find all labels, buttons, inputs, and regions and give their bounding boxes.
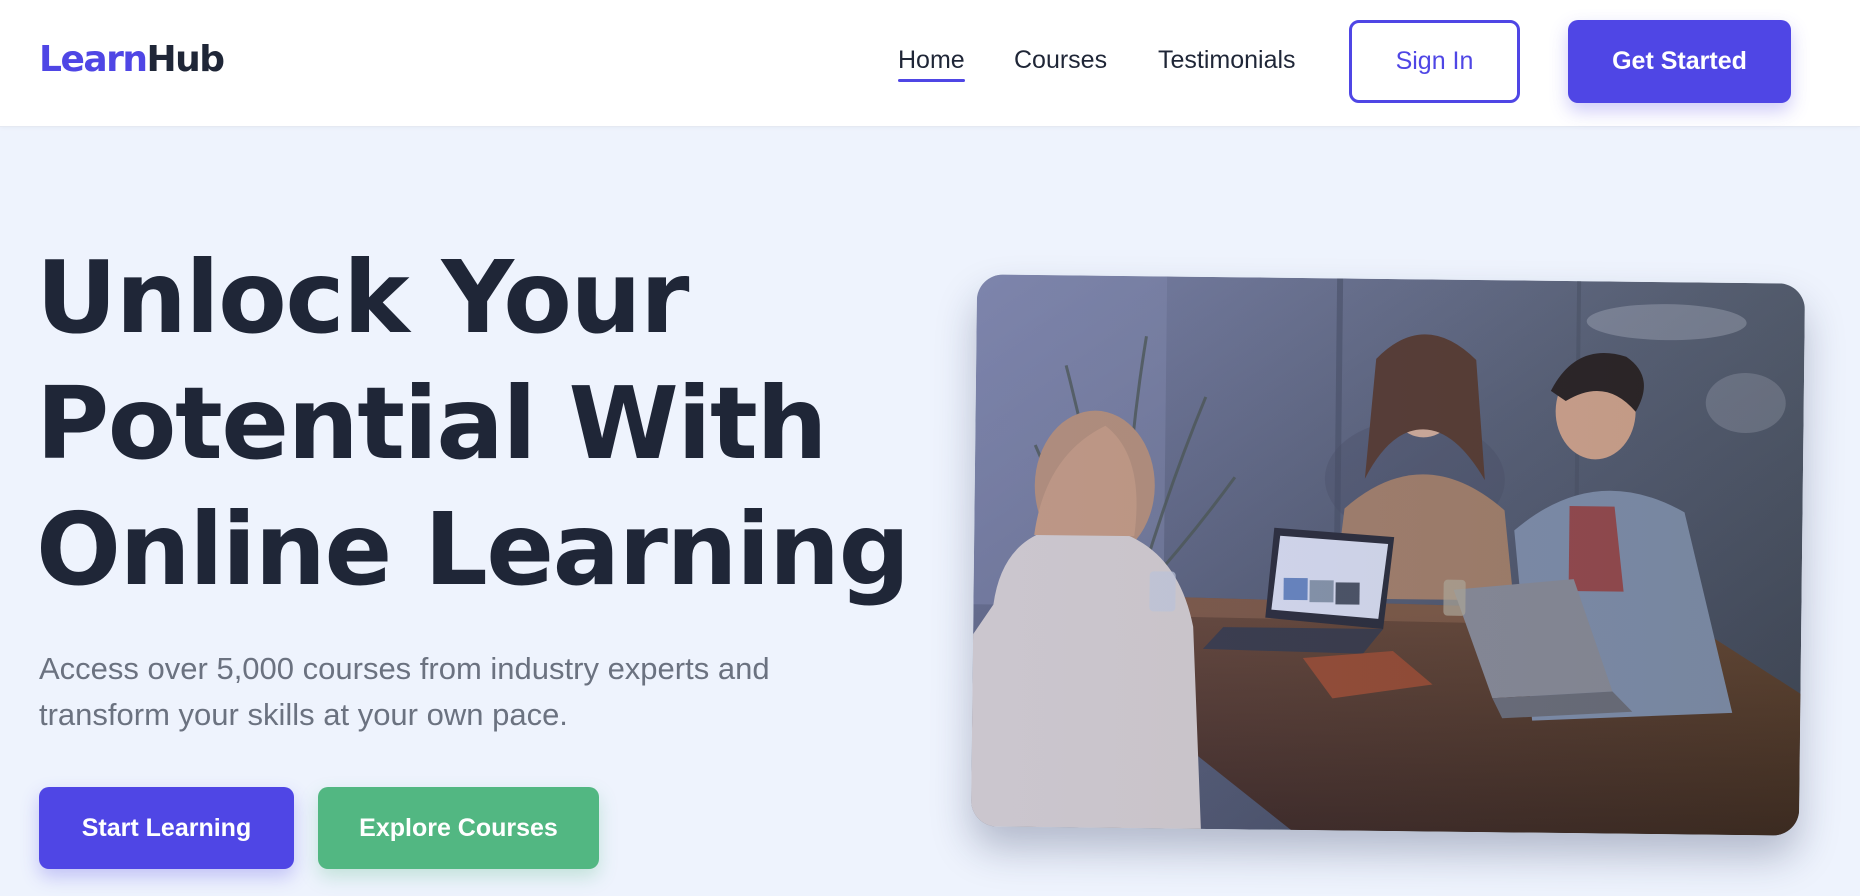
hero-image: [970, 274, 1806, 836]
hero-title-line-3: Online Learning: [36, 491, 910, 608]
hero-title: Unlock Your Potential With Online Learni…: [36, 235, 910, 613]
explore-courses-button[interactable]: Explore Courses: [318, 787, 599, 869]
logo-part-hub: Hub: [146, 39, 226, 80]
logo[interactable]: LearnHub: [39, 36, 226, 84]
nav-testimonials[interactable]: Testimonials: [1158, 44, 1296, 82]
hero-title-line-1: Unlock Your: [36, 239, 689, 356]
hero-title-line-2: Potential With: [36, 365, 828, 482]
start-learning-button[interactable]: Start Learning: [39, 787, 294, 869]
hero-subtitle-line-2: transform your skills at your own pace.: [39, 697, 568, 732]
sign-in-button[interactable]: Sign In: [1349, 20, 1520, 103]
get-started-button[interactable]: Get Started: [1568, 20, 1791, 103]
site-header: LearnHub Home Courses Testimonials Sign …: [0, 0, 1860, 127]
hero-subtitle-line-1: Access over 5,000 courses from industry …: [39, 651, 770, 686]
hero-subtitle: Access over 5,000 courses from industry …: [39, 646, 819, 738]
logo-part-learn: Learn: [39, 39, 148, 80]
hero-photo-illustration: [970, 274, 1806, 836]
nav-home[interactable]: Home: [898, 44, 965, 82]
nav-courses[interactable]: Courses: [1014, 44, 1107, 82]
